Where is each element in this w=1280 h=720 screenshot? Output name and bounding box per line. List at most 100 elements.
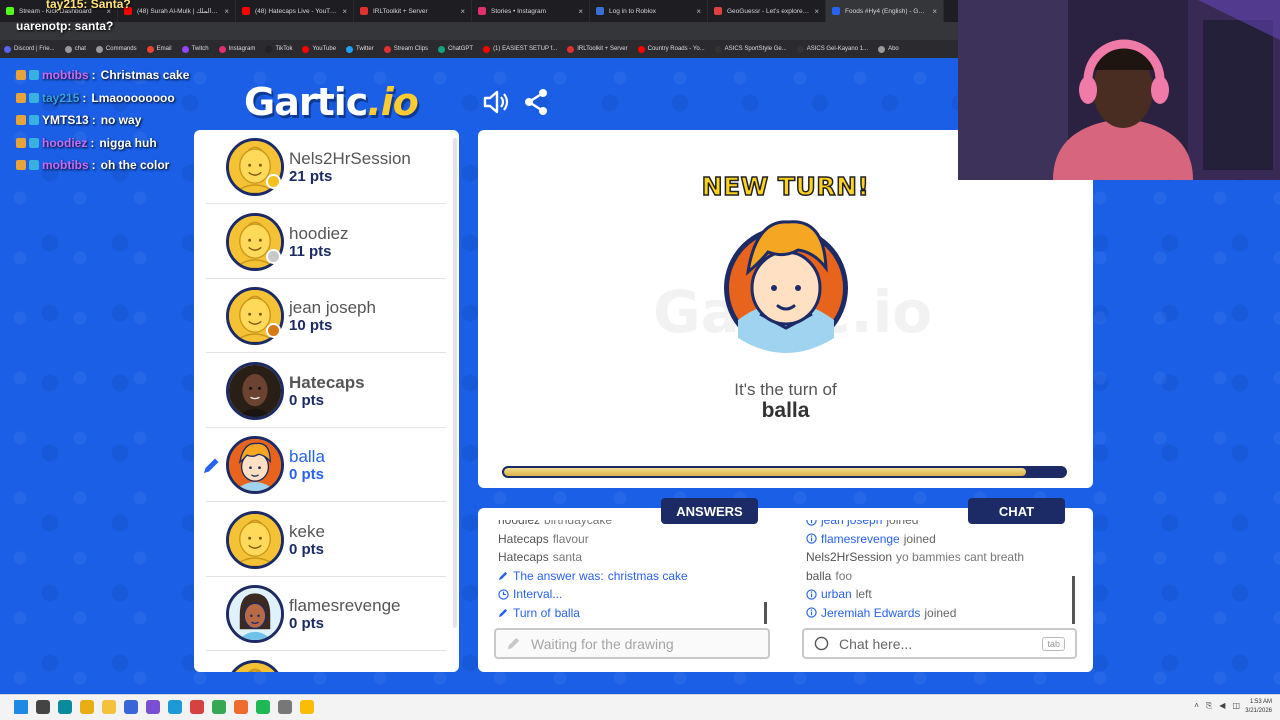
bookmark-item[interactable]: Stream Clips xyxy=(383,45,428,53)
player-avatar xyxy=(226,361,284,420)
stream-chat-line: mobtibs: Christmas cake xyxy=(16,64,216,87)
stream-chat-line: YMTS13: no way xyxy=(16,109,216,132)
player-row[interactable]: hoodiez 11 pts xyxy=(194,205,452,279)
chevron-up-icon[interactable]: ˄ xyxy=(1194,701,1199,711)
tab-title: (48) Hatecaps Live - YouTube xyxy=(255,7,338,15)
close-tab-icon[interactable]: × xyxy=(932,7,937,16)
player-info: flamesrevenge 0 pts xyxy=(289,596,401,633)
bookmark-label: Abo xyxy=(888,46,899,52)
platform-badge-icon xyxy=(29,70,39,81)
clock-icon xyxy=(498,589,509,600)
tab-key-hint: tab xyxy=(1042,636,1065,651)
player-row[interactable]: Hatecaps 0 pts xyxy=(194,354,452,428)
app-purple-icon[interactable] xyxy=(146,700,160,714)
bookmark-item[interactable]: Country Roads - Yo... xyxy=(637,45,705,53)
close-tab-icon[interactable]: × xyxy=(814,7,819,16)
system-text: Interval... xyxy=(513,587,563,601)
chat-message: Nels2HrSession yo bammies cant breath xyxy=(806,548,1076,567)
chat-input[interactable]: Chat here... tab xyxy=(802,628,1077,659)
player-row[interactable]: balla 0 pts xyxy=(194,428,452,502)
app-cyan-icon[interactable] xyxy=(168,700,182,714)
clock[interactable]: 1:53 AM 3/21/2026 xyxy=(1245,698,1272,716)
edge-icon[interactable] xyxy=(58,700,72,714)
network-icon[interactable]: ◫ xyxy=(1232,701,1240,711)
chrome-icon[interactable] xyxy=(80,700,94,714)
bookmark-item[interactable]: Twitter xyxy=(346,45,374,53)
subscriber-badge-icon xyxy=(16,137,26,148)
browser-tab[interactable]: Stories • Instagram × xyxy=(472,0,590,22)
bookmark-item[interactable]: Instagram xyxy=(218,45,256,53)
browser-tab[interactable]: IRLToolkit + Server × xyxy=(354,0,472,22)
chat-list[interactable]: jean joseph joined flamesrevenge joined Nels… xyxy=(806,520,1076,626)
answers-list[interactable]: hoodiez birthdaycake Hatecaps flavour Hateca… xyxy=(498,520,768,626)
browser-tab[interactable]: (48) Hatecaps Live - YouTube × xyxy=(236,0,354,22)
browser-tab[interactable]: Log in to Roblox × xyxy=(590,0,708,22)
share-icon[interactable] xyxy=(523,88,551,116)
bookmark-item[interactable]: YouTube xyxy=(302,45,336,53)
player-row[interactable]: flamesrevenge 0 pts xyxy=(194,577,452,651)
system-highlight: christmas cake xyxy=(607,568,688,583)
pencil-icon xyxy=(498,607,509,618)
browser-tab[interactable]: GeoGuessr - Let's explore the w × xyxy=(708,0,826,22)
tab-chat[interactable]: CHAT xyxy=(968,498,1065,524)
player-divider xyxy=(206,650,446,651)
tab-title: Stories • Instagram xyxy=(491,7,547,15)
chat-text: yo bammies cant breath xyxy=(896,550,1025,564)
speaker-mute-icon[interactable] xyxy=(482,88,510,116)
bookmark-item[interactable]: Commands xyxy=(95,45,137,53)
bookmark-item[interactable]: Discord | Frie... xyxy=(4,45,55,53)
browser-address-bar[interactable] xyxy=(0,22,958,40)
player-name: hoodiez xyxy=(289,223,349,243)
bookmark-item[interactable]: Twitch xyxy=(181,45,209,53)
bookmark-icon xyxy=(714,45,722,53)
bookmark-label: Instagram xyxy=(228,46,256,52)
player-row[interactable]: keke 0 pts xyxy=(194,503,452,577)
player-row[interactable]: jean joseph 10 pts xyxy=(194,279,452,353)
browser-tab[interactable]: Foods #Hy4 (English) - Gartic.io × xyxy=(826,0,944,22)
bookmark-item[interactable]: ASICS SportStyle Ge... xyxy=(714,45,787,53)
tab-favicon-icon xyxy=(360,7,368,15)
bookmark-icon xyxy=(346,45,354,53)
system-tray[interactable]: ˄ ⎘ ◀ ◫ xyxy=(1194,701,1240,711)
spotify-icon[interactable] xyxy=(256,700,270,714)
bookmark-item[interactable]: ChatGPT xyxy=(438,45,473,53)
app-gray-icon[interactable] xyxy=(278,700,292,714)
app-orange-icon[interactable] xyxy=(234,700,248,714)
drawing-board[interactable]: Gartic.io NEW TURN! It's the turn of bal… xyxy=(478,130,1093,488)
bookmark-icon xyxy=(796,45,804,53)
answer-input[interactable]: Waiting for the drawing xyxy=(494,628,770,659)
close-tab-icon[interactable]: × xyxy=(460,7,465,16)
sound-icon[interactable]: ◀ xyxy=(1219,701,1225,711)
player-row[interactable]: Nels2HrSession 21 pts xyxy=(194,130,452,204)
windows-icon[interactable] xyxy=(14,700,28,714)
bookmark-item[interactable]: (1) EASIEST SETUP f... xyxy=(483,45,557,53)
bookmark-item[interactable]: IRLToolkit + Server xyxy=(567,45,628,53)
explorer-icon[interactable] xyxy=(102,700,116,714)
usb-icon[interactable]: ⎘ xyxy=(1206,701,1212,711)
chat-scrollbar[interactable] xyxy=(1072,576,1075,624)
tab-answers[interactable]: ANSWERS xyxy=(661,498,758,524)
chat-message: flamesrevenge joined xyxy=(806,530,1076,549)
task-view-icon[interactable] xyxy=(36,700,50,714)
close-tab-icon[interactable]: × xyxy=(578,7,583,16)
browser-tab[interactable]: (48) Surah Al-Mulk | سورة الملك × xyxy=(118,0,236,22)
chrome-3-icon[interactable] xyxy=(300,700,314,714)
chrome-2-icon[interactable] xyxy=(212,700,226,714)
close-tab-icon[interactable]: × xyxy=(342,7,347,16)
players-scrollbar[interactable] xyxy=(453,138,457,628)
close-tab-icon[interactable]: × xyxy=(224,7,229,16)
app-blue-icon[interactable] xyxy=(124,700,138,714)
gartic-logo[interactable]: Gartic.io xyxy=(244,80,419,124)
player-name: jean joseph xyxy=(289,298,376,317)
close-tab-icon[interactable]: × xyxy=(696,7,701,16)
bookmark-label: ASICS Gel-Kayano 1... xyxy=(806,46,869,52)
bookmark-item[interactable]: ASICS Gel-Kayano 1... xyxy=(796,45,869,53)
bookmark-icon xyxy=(637,45,645,53)
answers-scrollbar[interactable] xyxy=(764,602,767,624)
bookmark-item[interactable]: Email xyxy=(146,45,172,53)
app-red-icon[interactable] xyxy=(190,700,204,714)
bookmark-item[interactable]: Abo xyxy=(878,45,899,53)
bookmark-item[interactable]: TikTok xyxy=(265,45,292,53)
bookmark-item[interactable]: chat xyxy=(64,45,86,53)
answer-message: Interval... xyxy=(498,585,768,604)
